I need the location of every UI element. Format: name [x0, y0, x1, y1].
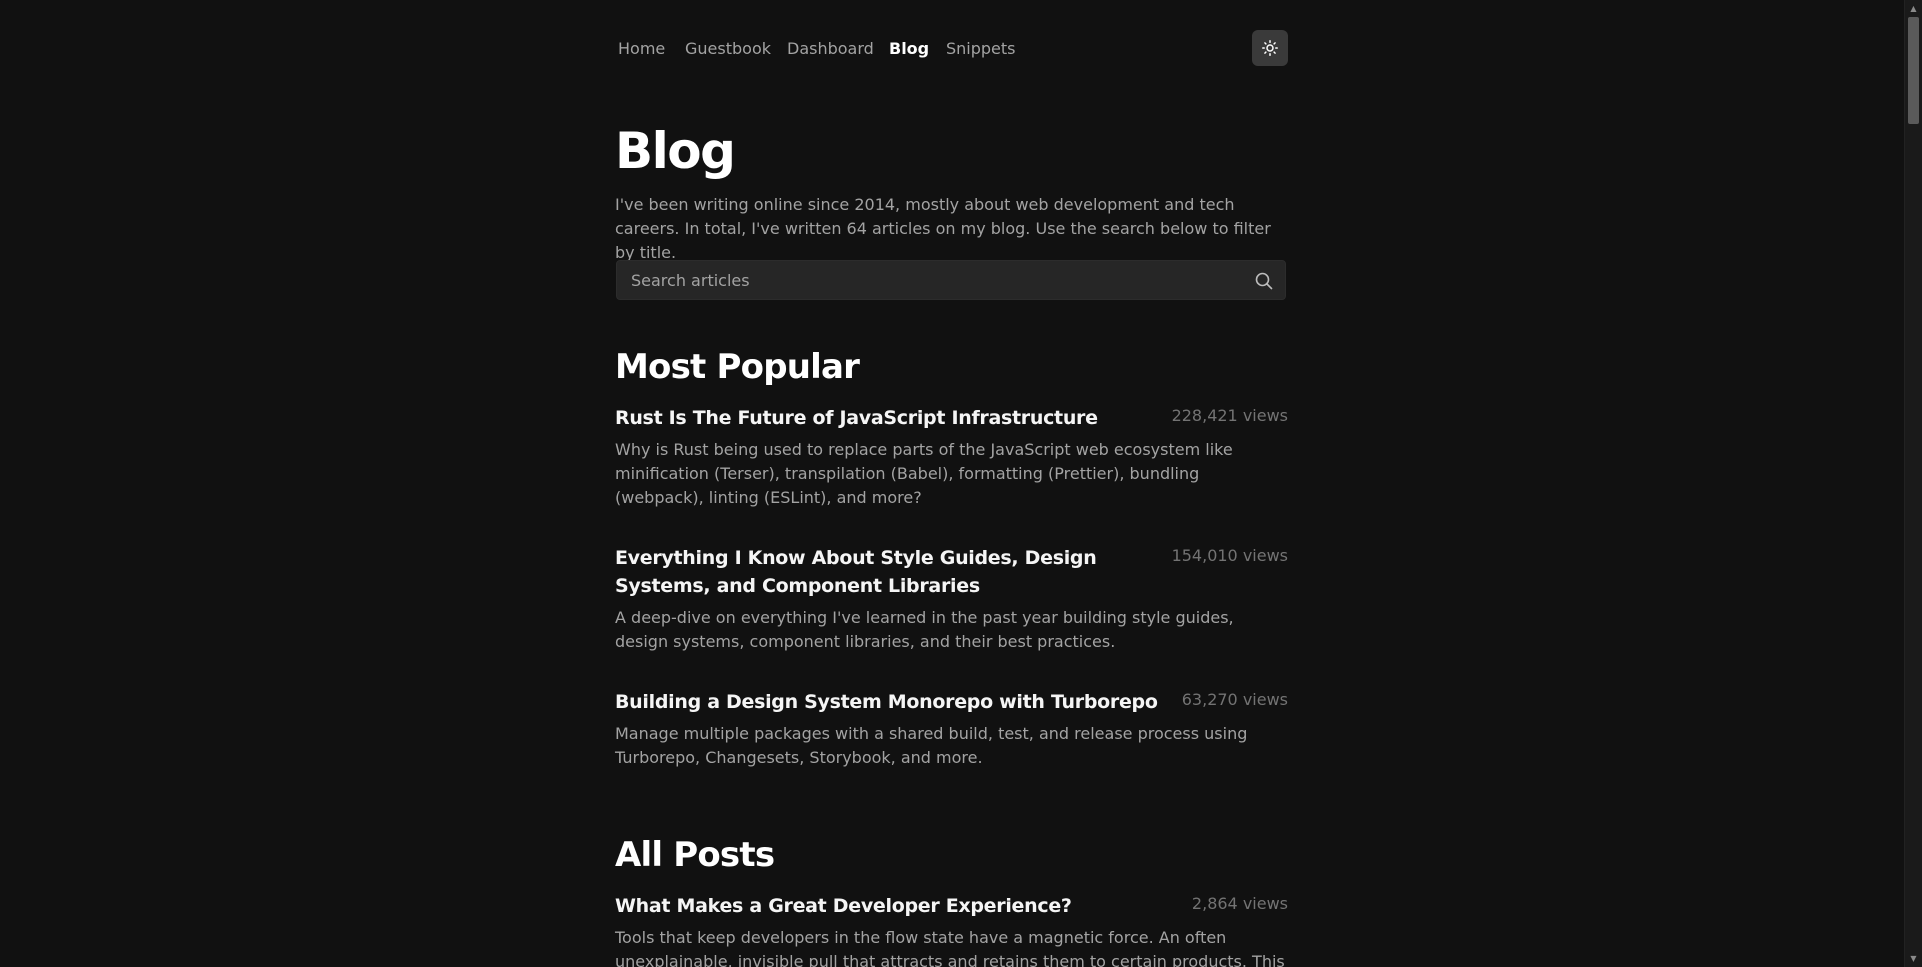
popular-post[interactable]: Building a Design System Monorepo with T… [615, 688, 1288, 778]
nav-dashboard[interactable]: Dashboard [787, 39, 874, 58]
post-list-item[interactable]: What Makes a Great Developer Experience?… [615, 892, 1288, 967]
nav-guestbook[interactable]: Guestbook [685, 39, 771, 58]
page-title: Blog [615, 122, 736, 180]
post-views: 228,421 views [1171, 406, 1288, 425]
post-description: Manage multiple packages with a shared b… [615, 724, 1248, 767]
search-input[interactable] [631, 261, 1231, 299]
post-views: 2,864 views [1191, 894, 1288, 913]
post-title[interactable]: What Makes a Great Developer Experience? [615, 892, 1175, 920]
post-views: 154,010 views [1171, 546, 1288, 565]
nav-home[interactable]: Home [618, 39, 665, 58]
all-posts-heading: All Posts [615, 835, 775, 875]
theme-toggle-button[interactable] [1252, 30, 1288, 66]
search-box [616, 260, 1286, 300]
scroll-up-arrow-icon[interactable]: ▲ [1905, 0, 1922, 17]
post-description: Why is Rust being used to replace parts … [615, 440, 1233, 507]
scroll-thumb[interactable] [1908, 17, 1919, 124]
post-title[interactable]: Everything I Know About Style Guides, De… [615, 544, 1175, 600]
post-views: 63,270 views [1181, 690, 1288, 709]
search-icon[interactable] [1255, 272, 1273, 290]
post-title[interactable]: Building a Design System Monorepo with T… [615, 688, 1175, 716]
nav-snippets[interactable]: Snippets [946, 39, 1016, 58]
page: Home Guestbook Dashboard Blog Snippets B… [0, 0, 1922, 967]
sun-icon [1262, 40, 1278, 56]
page-scrollbar[interactable]: ▲ ▼ [1904, 0, 1922, 967]
popular-post[interactable]: Rust Is The Future of JavaScript Infrast… [615, 404, 1288, 514]
post-title[interactable]: Rust Is The Future of JavaScript Infrast… [615, 404, 1175, 432]
scroll-down-arrow-icon[interactable]: ▼ [1905, 950, 1922, 967]
nav-blog[interactable]: Blog [889, 39, 929, 58]
most-popular-heading: Most Popular [615, 347, 860, 387]
page-intro: I've been writing online since 2014, mos… [615, 195, 1271, 262]
post-description: Tools that keep developers in the flow s… [615, 928, 1285, 967]
post-description: A deep-dive on everything I've learned i… [615, 608, 1234, 651]
popular-post[interactable]: Everything I Know About Style Guides, De… [615, 544, 1288, 654]
top-nav: Home Guestbook Dashboard Blog Snippets [615, 30, 1288, 68]
